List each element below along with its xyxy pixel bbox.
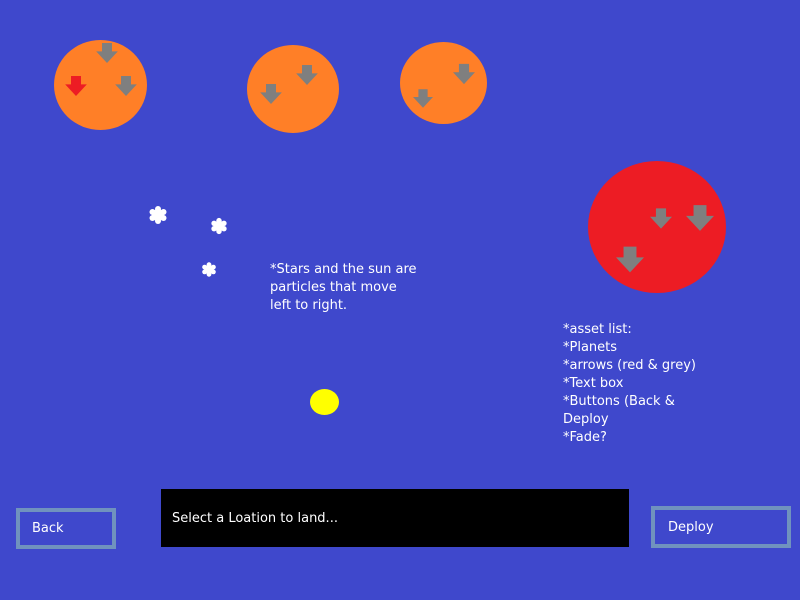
asset-list-line: *Buttons (Back & [563, 394, 675, 409]
down-arrow-icon[interactable] [453, 63, 475, 85]
down-arrow-icon[interactable] [65, 76, 87, 96]
asset-list-line: *asset list: [563, 322, 632, 337]
down-arrow-icon[interactable] [616, 246, 644, 273]
back-button-label: Back [32, 521, 64, 536]
asset-list-line: *Fade? [563, 430, 607, 445]
back-button[interactable]: Back [16, 508, 116, 549]
asset-list-line: *Text box [563, 376, 624, 391]
deploy-button[interactable]: Deploy [651, 506, 791, 548]
down-arrow-icon[interactable] [260, 84, 282, 104]
message-text: Select a Loation to land... [172, 510, 338, 526]
asset-list-note: *asset list: *Planets *arrows (red & gre… [563, 321, 696, 447]
asset-list-line: *arrows (red & grey) [563, 358, 696, 373]
star-particle-icon [148, 205, 168, 225]
particles-note-line: particles that move [270, 280, 397, 295]
down-arrow-icon[interactable] [650, 208, 672, 229]
down-arrow-icon[interactable] [296, 65, 318, 85]
down-arrow-icon[interactable] [413, 89, 433, 108]
particles-note-line: *Stars and the sun are [270, 262, 417, 277]
asset-list-line: Deploy [563, 412, 609, 427]
deploy-button-label: Deploy [668, 519, 714, 535]
star-particle-icon [201, 261, 217, 278]
particles-note-line: left to right. [270, 298, 348, 313]
message-textbox: Select a Loation to land... [161, 489, 629, 547]
down-arrow-icon[interactable] [96, 43, 118, 63]
particles-note: *Stars and the sun are particles that mo… [270, 261, 417, 315]
asset-list-line: *Planets [563, 340, 618, 355]
down-arrow-icon[interactable] [115, 76, 137, 96]
down-arrow-icon[interactable] [686, 204, 714, 232]
sun-particle [310, 389, 339, 415]
star-particle-icon [210, 217, 228, 235]
